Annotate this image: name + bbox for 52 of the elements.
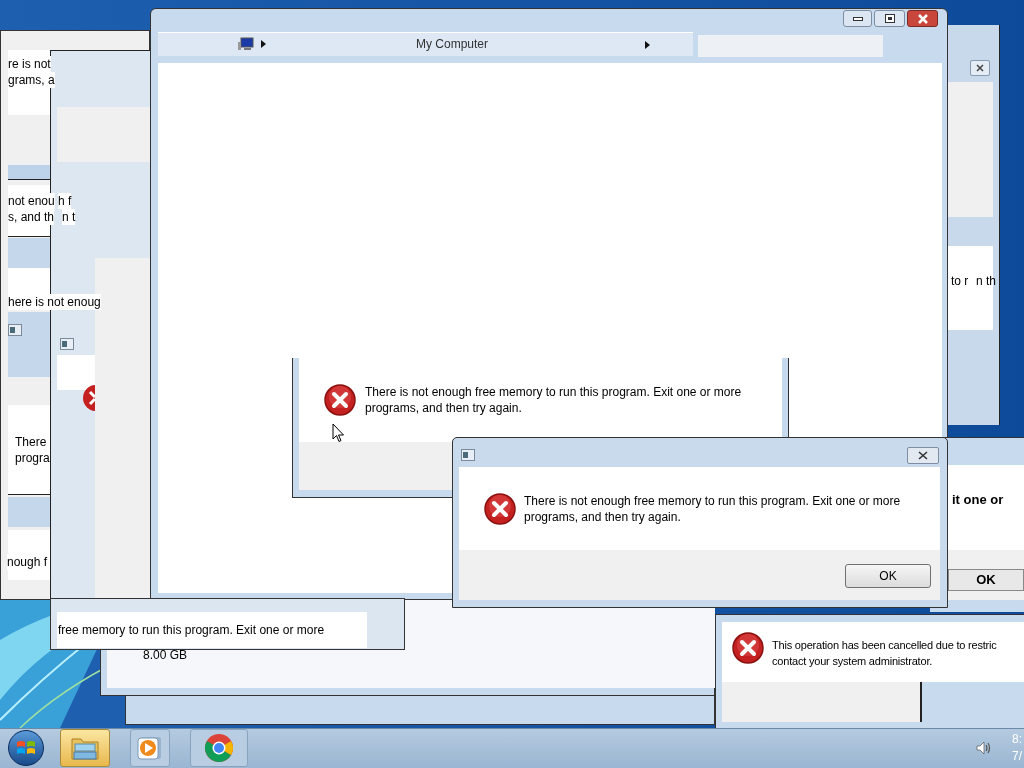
computer-icon: [238, 37, 255, 51]
ok-button[interactable]: OK: [948, 569, 1024, 591]
speaker-icon: [976, 741, 992, 755]
search-field[interactable]: [698, 35, 883, 57]
message-fragment: here is not enoug: [8, 294, 101, 310]
close-icon: [976, 64, 984, 72]
close-button[interactable]: [907, 447, 939, 464]
message-fragment: grams, a: [8, 72, 55, 88]
window-icon: [461, 449, 475, 461]
caret-icon: [645, 41, 650, 49]
message-fragment: re is not: [8, 56, 51, 72]
windows-logo-icon: [16, 739, 36, 757]
error-icon: [82, 384, 95, 412]
window-icon: [60, 338, 74, 350]
message-fragment: s, and th: [8, 209, 55, 225]
clock-text: 7/: [1012, 748, 1022, 765]
clock-text: 8:: [1012, 731, 1022, 748]
error-message: There is not enough free memory to run this program. Exit one or more programs, and then try again.: [524, 493, 901, 525]
message-fragment: n t: [62, 209, 76, 225]
close-icon: [918, 451, 928, 460]
error-icon: [732, 632, 764, 664]
chrome-icon: [204, 733, 234, 763]
message-fragment: not enou: [8, 193, 55, 209]
message-fragment: n th: [976, 273, 996, 289]
breadcrumb[interactable]: My Computer: [410, 36, 495, 53]
taskbar-button[interactable]: [190, 729, 248, 767]
message-fragment: to r: [951, 273, 969, 289]
taskbar-button[interactable]: [60, 729, 110, 767]
error-icon: [324, 384, 356, 416]
message-fragment: it one or: [952, 492, 1004, 508]
window-icon: [8, 324, 22, 336]
maximize-icon: [884, 14, 895, 23]
message-fragment: h f: [58, 193, 72, 209]
window-band: [8, 497, 50, 527]
ok-button[interactable]: OK: [845, 564, 931, 588]
message-fragment: free memory to run this program. Exit one or more: [58, 622, 325, 638]
minimize-button[interactable]: [843, 10, 872, 27]
caret-icon: [261, 40, 266, 48]
folder-icon: [70, 735, 100, 761]
error-message: This operation has been cancelled due to restric contact your system administrator.: [772, 638, 997, 669]
memory-value: 8.00 GB: [143, 647, 188, 663]
message-fragment: nough f: [7, 554, 48, 570]
play-icon: [137, 735, 163, 761]
error-message: There is not enough free memory to run this program. Exit one or more programs, and then try again.: [365, 384, 742, 416]
close-button[interactable]: [970, 60, 990, 76]
error-icon: [484, 493, 516, 525]
close-icon: [916, 13, 929, 24]
taskbar-button[interactable]: [130, 729, 170, 767]
minimize-icon: [852, 16, 863, 21]
cursor-icon: [332, 423, 345, 443]
close-button[interactable]: [907, 10, 938, 27]
maximize-button[interactable]: [874, 10, 905, 27]
